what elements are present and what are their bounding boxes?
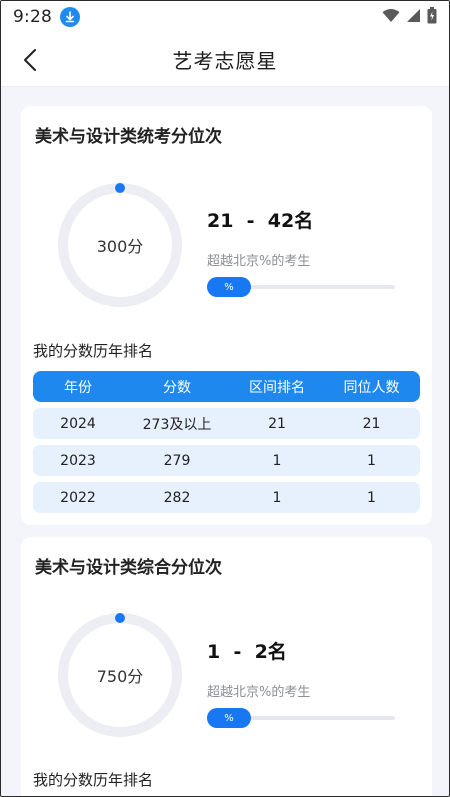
cell-score: 279 xyxy=(163,452,191,469)
cell-score: 282 xyxy=(163,489,191,506)
score-value: 750分 xyxy=(96,667,144,686)
back-arrow-icon xyxy=(24,49,36,71)
table-row: 2022 282 1 1 xyxy=(33,482,420,513)
rank-range: 1 - 2名 xyxy=(207,641,287,663)
back-button[interactable] xyxy=(17,47,43,73)
header-range-rank: 区间排名 xyxy=(249,379,305,396)
app-frame: 9:28 艺考志愿星 美术与设计类统考分位次 300分 21 - 42名 超越北… xyxy=(0,0,450,797)
score-ring: 750分 xyxy=(57,612,183,738)
wifi-icon xyxy=(382,8,400,27)
app-bar: 艺考志愿星 xyxy=(1,33,449,87)
cell-same-count: 21 xyxy=(362,415,381,432)
card-title: 美术与设计类综合分位次 xyxy=(35,558,222,578)
table-row: 2024 273及以上 21 21 xyxy=(33,408,420,439)
header-score: 分数 xyxy=(163,379,191,396)
exceed-text: 超越北京%的考生 xyxy=(207,254,311,269)
cell-same-count: 1 xyxy=(367,489,376,506)
status-icons xyxy=(382,6,437,28)
card-title: 美术与设计类统考分位次 xyxy=(35,127,222,147)
history-label: 我的分数历年排名 xyxy=(33,771,154,789)
exceed-progress-fill: % xyxy=(207,708,251,728)
header-year: 年份 xyxy=(64,379,92,396)
exceed-progress-bar: % xyxy=(207,708,395,728)
page-title: 艺考志愿星 xyxy=(172,49,278,73)
status-bar: 9:28 xyxy=(1,1,449,33)
cell-range-rank: 1 xyxy=(272,452,282,469)
comprehensive-rank-card: 美术与设计类综合分位次 750分 1 - 2名 超越北京%的考生 % 我的分数历… xyxy=(21,537,432,796)
download-icon xyxy=(59,7,80,27)
header-same-count: 同位人数 xyxy=(343,379,400,396)
cell-year: 2022 xyxy=(60,489,96,506)
score-value: 300分 xyxy=(96,237,144,256)
history-label: 我的分数历年排名 xyxy=(33,342,154,360)
battery-icon xyxy=(427,6,437,28)
exceed-progress-fill: % xyxy=(207,277,251,297)
cell-same-count: 1 xyxy=(367,452,376,469)
cell-year: 2023 xyxy=(60,452,96,469)
cell-year: 2024 xyxy=(60,415,96,432)
exceed-progress-bar: % xyxy=(207,277,395,297)
history-rank-table: 年份 分数 区间排名 同位人数 2024 273及以上 21 21 2023 2… xyxy=(33,371,420,513)
unified-exam-rank-card: 美术与设计类统考分位次 300分 21 - 42名 超越北京%的考生 % 我的分… xyxy=(21,106,432,525)
table-row: 2023 279 1 1 xyxy=(33,445,420,476)
rank-range: 21 - 42名 xyxy=(207,210,314,232)
cell-range-rank: 21 xyxy=(268,415,286,432)
cell-range-rank: 1 xyxy=(272,489,282,506)
table-header: 年份 分数 区间排名 同位人数 xyxy=(33,371,420,402)
score-ring: 300分 xyxy=(57,182,183,308)
status-time: 9:28 xyxy=(13,7,52,27)
signal-icon xyxy=(406,8,421,27)
cell-score: 273及以上 xyxy=(142,416,212,433)
exceed-text: 超越北京%的考生 xyxy=(207,685,311,700)
